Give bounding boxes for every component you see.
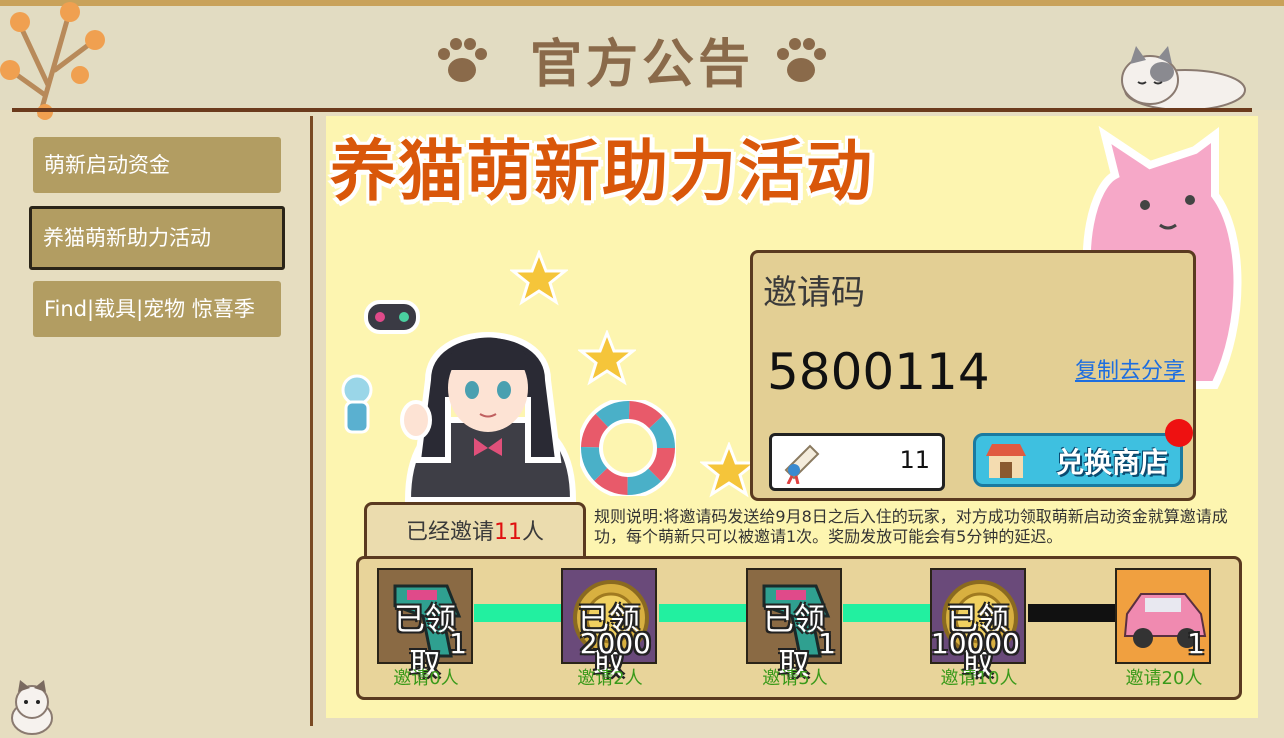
anime-girl-character	[400, 332, 577, 502]
kitten-icon	[11, 680, 53, 735]
invited-suffix: 人	[522, 520, 545, 545]
reward-slot-2[interactable]: 已领取 2000	[561, 568, 657, 683]
rules-text: 规则说明:将邀请码发送给9月8日之后入住的玩家，对方成功领取萌新启动资金就算邀请…	[594, 507, 1228, 546]
notification-dot	[1165, 419, 1193, 447]
sidebar-item-starter-fund[interactable]: 萌新启动资金	[33, 137, 281, 193]
ticket-counter: 11	[769, 433, 945, 491]
scroll-ticket-icon	[784, 444, 820, 484]
reward-requirement: 邀请10人	[940, 668, 1018, 689]
reward-requirement: 邀请20人	[1125, 668, 1203, 689]
invited-count-tab: 已经邀请11人	[364, 502, 586, 561]
reward-requirement: 邀请0人	[393, 668, 459, 689]
copy-share-link[interactable]: 复制去分享	[1075, 353, 1185, 385]
ticket-count: 11	[899, 446, 930, 474]
reward-amount: 1	[449, 627, 467, 660]
doll-figure-icon	[341, 374, 373, 434]
sidebar-divider	[310, 116, 313, 726]
invite-code-title: 邀请码	[763, 273, 865, 313]
reward-slot-1[interactable]: 已领取 1	[377, 568, 473, 683]
event-banner-title: 养猫萌新助力活动	[330, 133, 874, 210]
invited-prefix: 已经邀请	[405, 520, 494, 545]
page-title: 官方公告	[529, 35, 754, 95]
invite-code-card: 邀请码 5800114 复制去分享 11 兑换商店	[750, 250, 1196, 501]
progress-connector-done	[474, 604, 562, 622]
progress-connector-done	[659, 604, 747, 622]
reward-slot-3[interactable]: 已领取 1	[746, 568, 842, 683]
star-icon	[510, 250, 568, 306]
shop-icon	[986, 444, 1026, 478]
reward-requirement: 邀请2人	[577, 668, 643, 689]
sleeping-cat-icon	[1121, 46, 1246, 111]
paw-right-icon	[777, 38, 826, 82]
reward-slot-4[interactable]: 已领取 10000	[930, 568, 1026, 683]
reward-amount: 10000	[930, 627, 1020, 660]
progress-connector-done	[843, 604, 931, 622]
reward-requirement: 邀请5人	[762, 668, 828, 689]
announcement-window: 官方公告 萌新启动资金 养猫萌新助力活动 Find|载具|宠物 惊喜季 养猫萌新…	[0, 0, 1284, 738]
invite-code-value: 5800114	[767, 343, 990, 401]
reward-slot-5[interactable]: 1	[1115, 568, 1211, 664]
progress-connector-pending	[1028, 604, 1116, 622]
reward-amount: 1	[818, 627, 836, 660]
reward-amount: 2000	[579, 627, 651, 660]
exchange-shop-label: 兑换商店	[1055, 446, 1168, 479]
reward-amount: 1	[1187, 627, 1205, 660]
sidebar-item-cat-event[interactable]: 养猫萌新助力活动	[29, 206, 285, 270]
invited-count: 11	[494, 520, 522, 545]
swim-ring-icon	[580, 400, 676, 496]
exchange-shop-button[interactable]: 兑换商店	[973, 433, 1183, 487]
sidebar-item-surprise-season[interactable]: Find|载具|宠物 惊喜季	[33, 281, 281, 337]
